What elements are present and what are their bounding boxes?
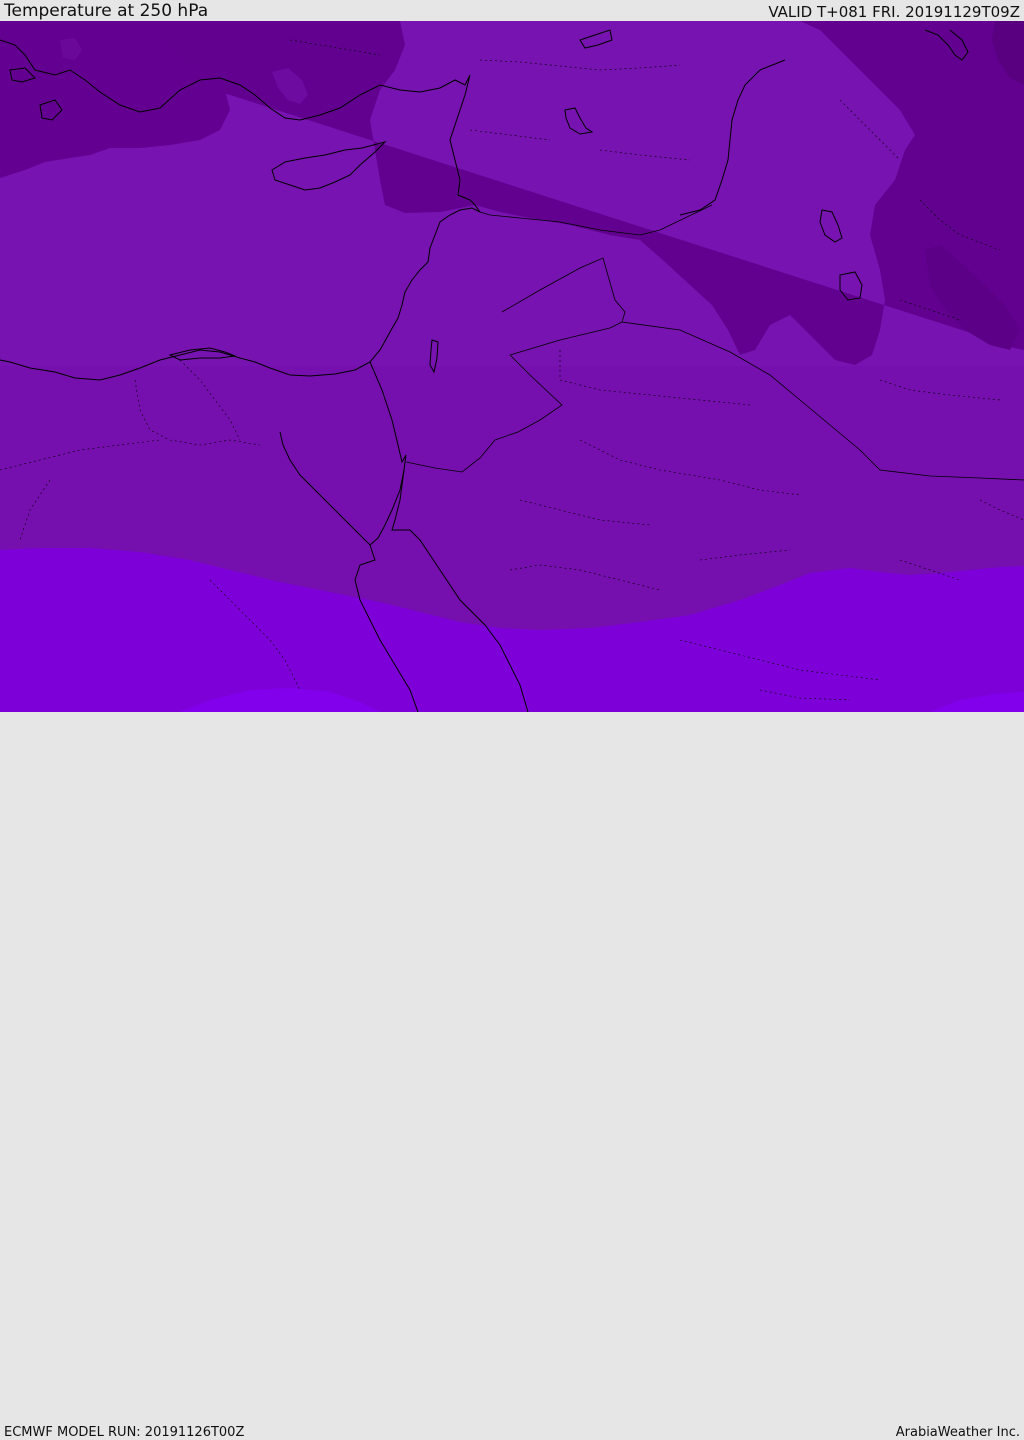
- header-bar: Temperature at 250 hPa VALID T+081 FRI. …: [0, 0, 1024, 21]
- weather-map[interactable]: [0, 21, 1024, 712]
- credit-text: ArabiaWeather Inc.: [895, 1425, 1020, 1440]
- model-run: ECMWF MODEL RUN: 20191126T00Z: [4, 1425, 245, 1440]
- map-title: Temperature at 250 hPa: [4, 1, 209, 21]
- valid-time: VALID T+081 FRI. 20191129T09Z: [768, 3, 1020, 21]
- footer-bar: ECMWF MODEL RUN: 20191126T00Z ArabiaWeat…: [0, 712, 1024, 1440]
- map-canvas: [0, 21, 1024, 712]
